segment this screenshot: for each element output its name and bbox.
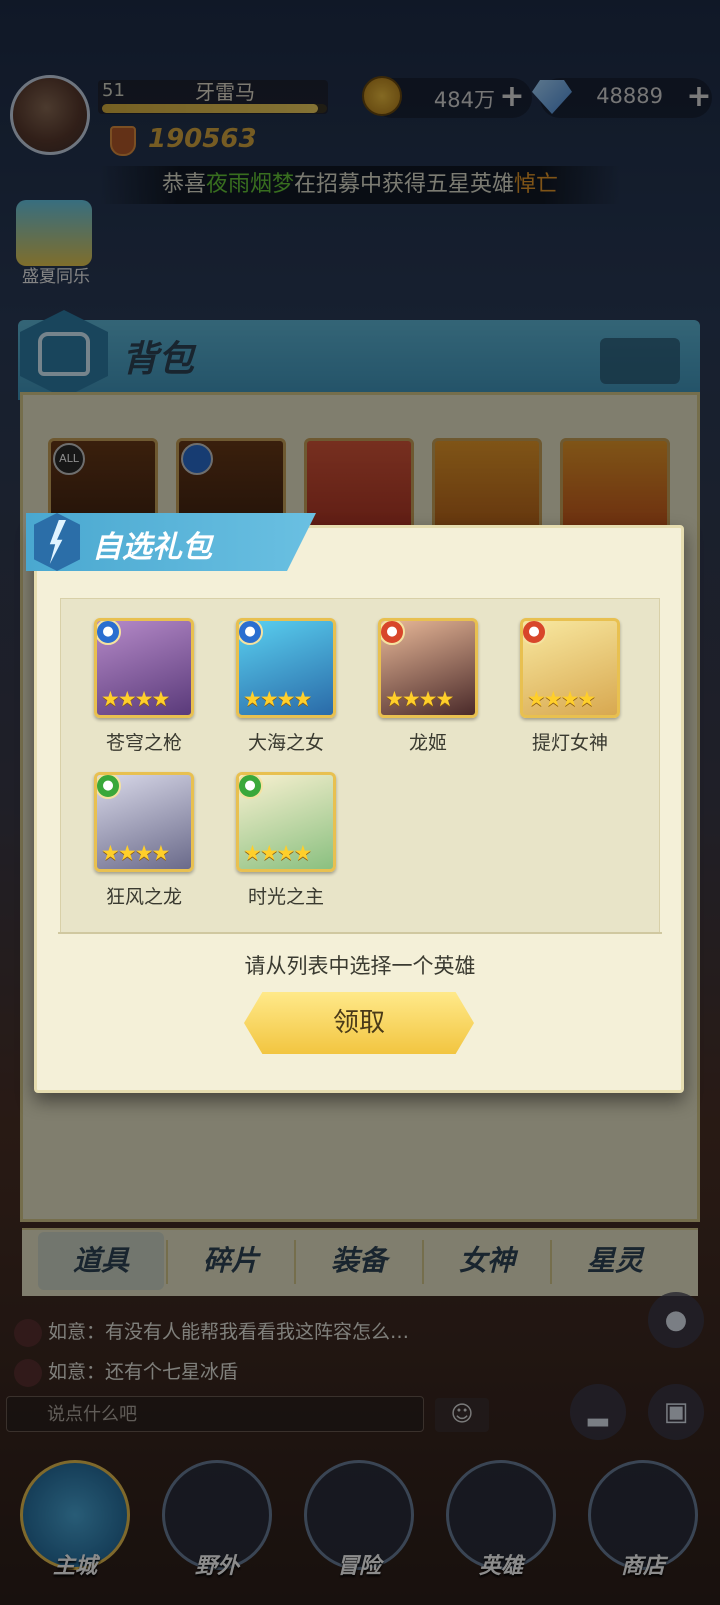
hero-card-6[interactable]: ● ★★★★ xyxy=(236,772,336,872)
hero-card-1[interactable]: ● ★★★★ xyxy=(94,618,194,718)
fire-element-icon: ● xyxy=(523,621,547,645)
fire-element-icon: ● xyxy=(381,621,405,645)
wind-element-icon: ● xyxy=(239,775,263,799)
water-element-icon: ● xyxy=(239,621,263,645)
hero-stars: ★★★★ xyxy=(385,687,454,711)
claim-button[interactable]: 领取 xyxy=(244,992,474,1054)
hero-stars: ★★★★ xyxy=(101,687,170,711)
hero-card-4[interactable]: ● ★★★★ xyxy=(520,618,620,718)
modal-divider xyxy=(58,932,662,934)
hero-name-4: 提灯女神 xyxy=(531,732,608,754)
water-element-icon: ● xyxy=(97,621,121,645)
hero-name-1: 苍穹之枪 xyxy=(105,732,182,754)
modal-title: 自选礼包 xyxy=(92,530,212,565)
hero-stars: ★★★★ xyxy=(527,687,596,711)
hero-name-5: 狂风之龙 xyxy=(105,886,182,908)
hero-stars: ★★★★ xyxy=(243,687,312,711)
hero-card-5[interactable]: ● ★★★★ xyxy=(94,772,194,872)
hero-name-3: 龙姬 xyxy=(408,732,447,754)
select-hero-prompt: 请从列表中选择一个英雄 xyxy=(244,954,476,978)
wind-element-icon: ● xyxy=(97,775,121,799)
hero-stars: ★★★★ xyxy=(243,841,312,865)
hero-name-2: 大海之女 xyxy=(247,732,324,754)
hero-stars: ★★★★ xyxy=(101,841,170,865)
hero-card-3[interactable]: ● ★★★★ xyxy=(378,618,478,718)
hero-name-6: 时光之主 xyxy=(247,886,324,908)
hero-card-2[interactable]: ● ★★★★ xyxy=(236,618,336,718)
